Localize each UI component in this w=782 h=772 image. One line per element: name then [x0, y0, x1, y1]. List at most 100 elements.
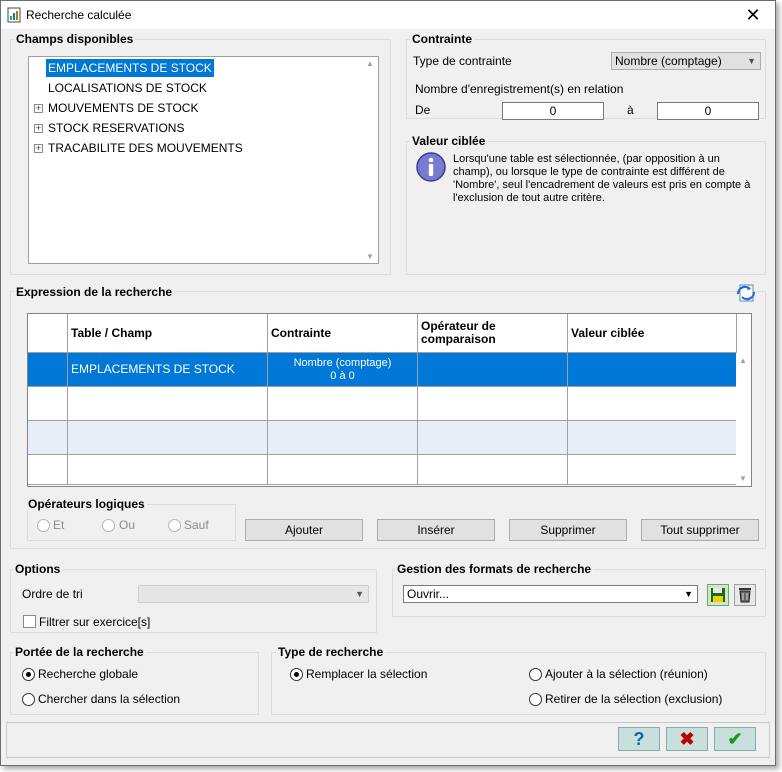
tree-item-label: TRACABILITE DES MOUVEMENTS: [48, 141, 243, 155]
expression-grid[interactable]: Table / Champ Contrainte Opérateur de co…: [27, 313, 752, 487]
grid-cell[interactable]: [418, 387, 568, 421]
from-label: De: [415, 103, 431, 117]
scope-radio-global[interactable]: [22, 668, 35, 681]
grid-cell[interactable]: [268, 387, 418, 421]
formats-group-label: Gestion des formats de recherche: [395, 562, 594, 576]
dialog-window: Recherche calculée ✕ Champs disponibles …: [0, 0, 776, 766]
delete-all-button[interactable]: Tout supprimer: [641, 519, 759, 541]
help-icon: ?: [633, 729, 645, 749]
trash-icon[interactable]: [734, 584, 756, 606]
logic-radio-et[interactable]: [37, 519, 50, 532]
logic-radio-ou[interactable]: [102, 519, 115, 532]
constraint-type-select[interactable]: Nombre (comptage) ▼: [611, 52, 761, 70]
constraint-type-label: Type de contrainte: [413, 54, 512, 68]
scope-label-global: Recherche globale: [38, 667, 139, 681]
filter-checkbox[interactable]: [23, 615, 36, 628]
help-button[interactable]: ?: [618, 727, 660, 751]
grid-header-value: Valeur ciblée: [568, 314, 737, 353]
tree-item[interactable]: LOCALISATIONS DE STOCK: [29, 79, 359, 97]
filter-label: Filtrer sur exercice[s]: [39, 615, 151, 629]
scope-group-label: Portée de la recherche: [13, 645, 146, 659]
scroll-down-icon[interactable]: ▼: [366, 252, 374, 261]
tree-item[interactable]: EMPLACEMENTS DE STOCK: [29, 59, 359, 77]
target-info-text: Lorsqu'une table est sélectionnée, (par …: [453, 153, 751, 204]
delete-button[interactable]: Supprimer: [509, 519, 627, 541]
ok-icon: ✔: [727, 729, 743, 749]
grid-header-table: Table / Champ: [68, 314, 268, 353]
grid-cell-operator[interactable]: [418, 353, 568, 387]
scroll-up-icon[interactable]: ▲: [739, 356, 747, 365]
fields-group-label: Champs disponibles: [14, 32, 136, 46]
grid-cell-table[interactable]: EMPLACEMENTS DE STOCK: [68, 353, 268, 387]
fields-tree[interactable]: ▲ ▼ EMPLACEMENTS DE STOCK LOCALISATIONS D…: [28, 56, 379, 264]
sort-select[interactable]: ▼: [138, 585, 369, 603]
logic-radio-sauf[interactable]: [168, 519, 181, 532]
save-icon[interactable]: [707, 584, 729, 606]
cancel-icon: ✖: [679, 729, 695, 749]
count-label: Nombre d'enregistrement(s) en relation: [415, 82, 624, 96]
search-type-radio-add[interactable]: [529, 668, 542, 681]
search-type-group-label: Type de recherche: [276, 645, 386, 659]
grid-cell-value[interactable]: [568, 353, 737, 387]
expand-icon[interactable]: +: [34, 144, 43, 153]
logic-label-sauf: Sauf: [184, 518, 209, 532]
grid-scrollbar[interactable]: ▲ ▼: [736, 353, 751, 486]
grid-cell-constraint-line2: 0 à 0: [330, 370, 355, 382]
logic-group-label: Opérateurs logiques: [26, 497, 147, 511]
app-icon: [7, 7, 21, 23]
grid-header-constraint: Contrainte: [268, 314, 418, 353]
grid-cell[interactable]: [568, 421, 737, 455]
grid-cell[interactable]: [568, 455, 737, 485]
grid-cell[interactable]: [418, 455, 568, 485]
constraint-type-value: Nombre (comptage): [615, 54, 722, 68]
scroll-up-icon[interactable]: ▲: [366, 59, 374, 68]
search-type-label-replace: Remplacer la sélection: [306, 667, 428, 681]
refresh-icon[interactable]: [735, 282, 757, 304]
grid-corner: [28, 314, 68, 353]
options-group-label: Options: [13, 562, 63, 576]
grid-cell[interactable]: [568, 387, 737, 421]
grid-cell[interactable]: [268, 421, 418, 455]
grid-cell[interactable]: [268, 455, 418, 485]
grid-cell-table-text: EMPLACEMENTS DE STOCK: [71, 362, 235, 376]
scope-radio-selection[interactable]: [22, 693, 35, 706]
formats-select[interactable]: Ouvrir... ▼: [403, 585, 698, 603]
tree-item-label: LOCALISATIONS DE STOCK: [48, 81, 207, 95]
grid-cell[interactable]: [68, 455, 268, 485]
tree-item-label: MOUVEMENTS DE STOCK: [48, 101, 199, 115]
grid-row-selector[interactable]: [28, 353, 68, 387]
cancel-button[interactable]: ✖: [666, 727, 708, 751]
grid-cell-constraint[interactable]: Nombre (comptage) 0 à 0: [268, 353, 418, 387]
constraint-group-label: Contrainte: [410, 32, 474, 46]
grid-row-selector[interactable]: [28, 421, 68, 455]
from-input[interactable]: 0: [502, 102, 604, 120]
scroll-down-icon[interactable]: ▼: [739, 474, 747, 483]
tree-item[interactable]: + TRACABILITE DES MOUVEMENTS: [29, 139, 359, 157]
to-input[interactable]: 0: [657, 102, 759, 120]
logic-label-et: Et: [53, 518, 65, 532]
window-title: Recherche calculée: [26, 8, 132, 22]
formats-value: Ouvrir...: [407, 587, 450, 601]
tree-item-label: STOCK RESERVATIONS: [48, 121, 185, 135]
grid-cell[interactable]: [418, 421, 568, 455]
tree-item[interactable]: + STOCK RESERVATIONS: [29, 119, 359, 137]
grid-row-selector[interactable]: [28, 455, 68, 485]
grid-cell-constraint-line1: Nombre (comptage): [293, 357, 392, 369]
expand-icon[interactable]: +: [34, 104, 43, 113]
info-icon: [416, 152, 446, 182]
search-type-radio-replace[interactable]: [290, 668, 303, 681]
ok-button[interactable]: ✔: [714, 727, 756, 751]
grid-header-operator: Opérateur de comparaison: [418, 314, 568, 353]
tree-item[interactable]: + MOUVEMENTS DE STOCK: [29, 99, 359, 117]
grid-cell[interactable]: [68, 421, 268, 455]
insert-button[interactable]: Insérer: [377, 519, 495, 541]
search-type-radio-remove[interactable]: [529, 693, 542, 706]
chevron-down-icon: ▼: [355, 589, 364, 599]
grid-cell[interactable]: [68, 387, 268, 421]
grid-row-selector[interactable]: [28, 387, 68, 421]
fields-tree-scrollbar[interactable]: ▲ ▼: [363, 57, 378, 263]
expand-icon[interactable]: +: [34, 124, 43, 133]
title-bar: Recherche calculée ✕: [1, 1, 775, 29]
close-icon[interactable]: ✕: [739, 4, 767, 26]
add-button[interactable]: Ajouter: [245, 519, 363, 541]
